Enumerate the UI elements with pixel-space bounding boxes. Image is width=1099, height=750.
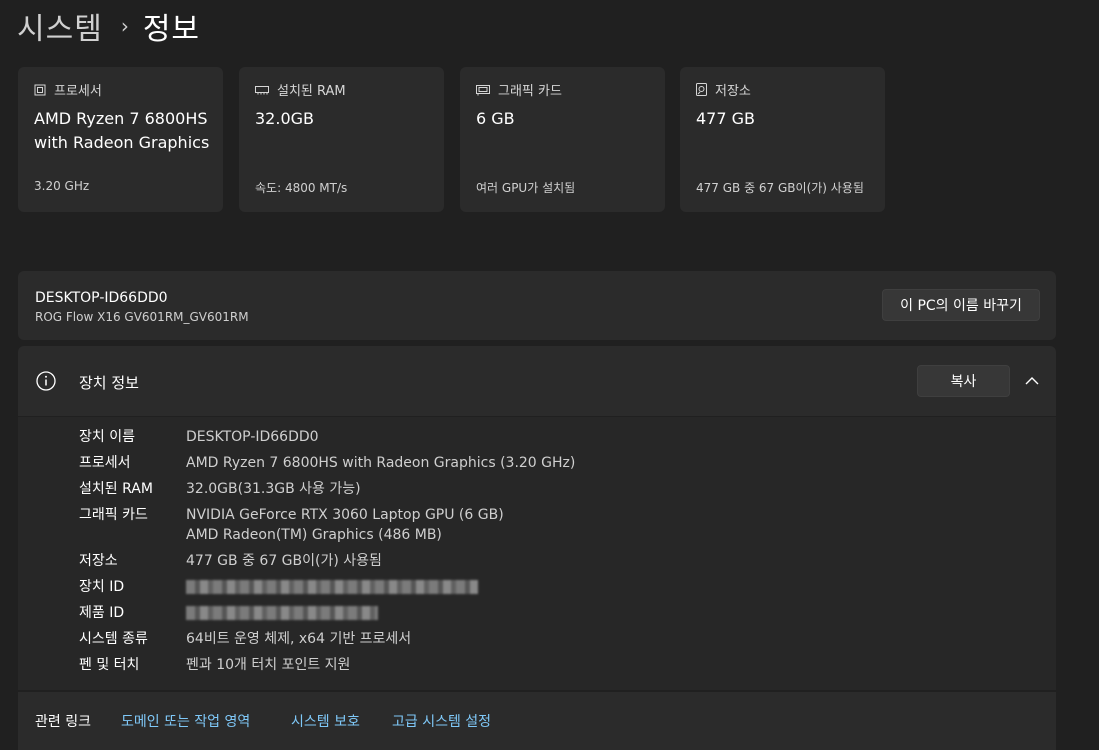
spec-row: 장치 ID	[79, 577, 478, 600]
info-icon	[36, 371, 56, 391]
spec-value[interactable]: 펜과 10개 터치 포인트 지원	[186, 655, 350, 675]
spec-key: 펜 및 터치	[79, 657, 140, 673]
breadcrumb-parent[interactable]: 시스템	[17, 4, 103, 48]
device-specs-title: 장치 정보	[79, 374, 139, 392]
spec-value[interactable]: 477 GB 중 67 GB이(가) 사용됨	[186, 551, 382, 571]
spec-key: 시스템 종류	[79, 631, 148, 647]
ram-card-label: 설치된 RAM	[277, 84, 346, 99]
rename-pc-button[interactable]: 이 PC의 이름 바꾸기	[882, 289, 1040, 321]
processor-card-value: AMD Ryzen 7 6800HS with Radeon Graphics	[34, 109, 210, 152]
spec-row: 프로세서 AMD Ryzen 7 6800HS with Radeon Grap…	[79, 453, 575, 473]
processor-card-sub: 3.20 GHz	[34, 179, 90, 193]
graphics-card-icon	[476, 84, 490, 95]
spec-key: 장치 이름	[79, 429, 135, 445]
device-specs-header[interactable]: 장치 정보 복사	[18, 346, 1056, 416]
spec-row: 저장소 477 GB 중 67 GB이(가) 사용됨	[79, 551, 382, 571]
page-title: 정보	[142, 12, 201, 47]
redacted-product-id	[186, 606, 378, 620]
breadcrumb-separator: ›	[120, 14, 129, 38]
spec-value[interactable]: AMD Ryzen 7 6800HS with Radeon Graphics …	[186, 453, 575, 473]
spec-row: 시스템 종류 64비트 운영 체제, x64 기반 프로세서	[79, 629, 411, 649]
spec-value[interactable]: DESKTOP-ID66DD0	[186, 427, 319, 447]
related-links: 관련 링크 도메인 또는 작업 영역 시스템 보호 고급 시스템 설정	[18, 692, 1056, 750]
breadcrumb: 시스템 › 정보	[17, 4, 200, 48]
gpu-secondary: AMD Radeon(TM) Graphics (486 MB)	[186, 527, 442, 543]
pc-name: DESKTOP-ID66DD0	[35, 290, 168, 306]
spec-value[interactable]: NVIDIA GeForce RTX 3060 Laptop GPU (6 GB…	[186, 505, 504, 545]
link-system-protection[interactable]: 시스템 보호	[291, 711, 360, 731]
copy-button[interactable]: 복사	[917, 365, 1010, 397]
storage-card-sub: 477 GB 중 67 GB이(가) 사용됨	[696, 181, 864, 195]
spec-value[interactable]: 64비트 운영 체제, x64 기반 프로세서	[186, 629, 411, 649]
storage-icon	[696, 83, 707, 96]
spec-row: 펜 및 터치 펜과 10개 터치 포인트 지원	[79, 655, 350, 675]
pc-name-panel: DESKTOP-ID66DD0 ROG Flow X16 GV601RM_GV6…	[18, 271, 1056, 340]
graphics-card-sub: 여러 GPU가 설치됨	[476, 181, 576, 195]
spec-value[interactable]: 32.0GB(31.3GB 사용 가능)	[186, 479, 361, 499]
spec-key: 설치된 RAM	[79, 481, 153, 497]
processor-icon	[34, 84, 46, 95]
related-links-label: 관련 링크	[35, 714, 91, 730]
redacted-device-id	[186, 580, 478, 594]
graphics-card-value: 6 GB	[476, 109, 515, 128]
storage-card: 저장소 477 GB 477 GB 중 67 GB이(가) 사용됨	[680, 67, 885, 212]
ram-card-value: 32.0GB	[255, 109, 314, 128]
link-domain-workgroup[interactable]: 도메인 또는 작업 영역	[121, 711, 250, 731]
spec-row: 설치된 RAM 32.0GB(31.3GB 사용 가능)	[79, 479, 361, 499]
graphics-card: 그래픽 카드 6 GB 여러 GPU가 설치됨	[460, 67, 665, 212]
link-advanced-system-settings[interactable]: 고급 시스템 설정	[392, 711, 491, 731]
device-id-value[interactable]	[186, 577, 478, 600]
processor-card: 프로세서 AMD Ryzen 7 6800HS with Radeon Grap…	[18, 67, 223, 212]
spec-key: 저장소	[79, 553, 118, 569]
storage-card-value: 477 GB	[696, 109, 755, 128]
spec-key: 제품 ID	[79, 605, 125, 621]
ram-icon	[255, 85, 269, 94]
spec-row: 장치 이름 DESKTOP-ID66DD0	[79, 427, 319, 447]
spec-row: 그래픽 카드 NVIDIA GeForce RTX 3060 Laptop GP…	[79, 505, 504, 545]
device-specs-body: 장치 이름 DESKTOP-ID66DD0 프로세서 AMD Ryzen 7 6…	[18, 417, 1056, 690]
spec-row: 제품 ID	[79, 603, 378, 626]
gpu-primary: NVIDIA GeForce RTX 3060 Laptop GPU (6 GB…	[186, 507, 504, 523]
processor-card-label: 프로세서	[54, 84, 102, 99]
ram-card-sub: 속도: 4800 MT/s	[255, 181, 348, 195]
spec-key: 장치 ID	[79, 579, 125, 595]
pc-model: ROG Flow X16 GV601RM_GV601RM	[35, 310, 249, 324]
storage-card-label: 저장소	[715, 84, 751, 99]
graphics-card-label: 그래픽 카드	[498, 84, 562, 99]
chevron-up-icon[interactable]	[1023, 372, 1041, 390]
product-id-value[interactable]	[186, 603, 378, 626]
ram-card: 설치된 RAM 32.0GB 속도: 4800 MT/s	[239, 67, 444, 212]
spec-key: 프로세서	[79, 455, 131, 471]
spec-key: 그래픽 카드	[79, 507, 148, 523]
